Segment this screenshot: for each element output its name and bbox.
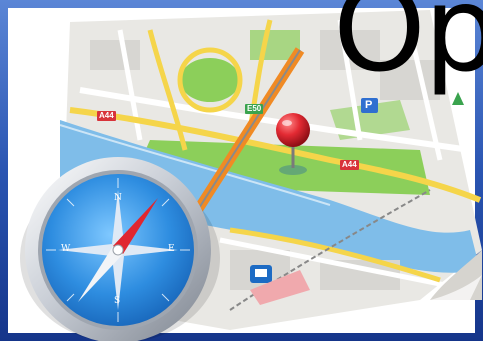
- parking-label: P: [365, 99, 373, 111]
- compass-west-label: W: [61, 244, 71, 254]
- compass-north-label: N: [114, 193, 122, 203]
- compass-east-label: E: [168, 244, 175, 254]
- road-label-a44-left: A44: [97, 111, 116, 121]
- road-label-a44-right: A44: [340, 160, 359, 170]
- map-compass-illustration: Op A44 E50 A44 P N S W E: [0, 0, 483, 341]
- road-label-e50: E50: [245, 104, 264, 114]
- compass-south-label: S: [114, 296, 121, 306]
- page-title: Op: [333, 0, 483, 98]
